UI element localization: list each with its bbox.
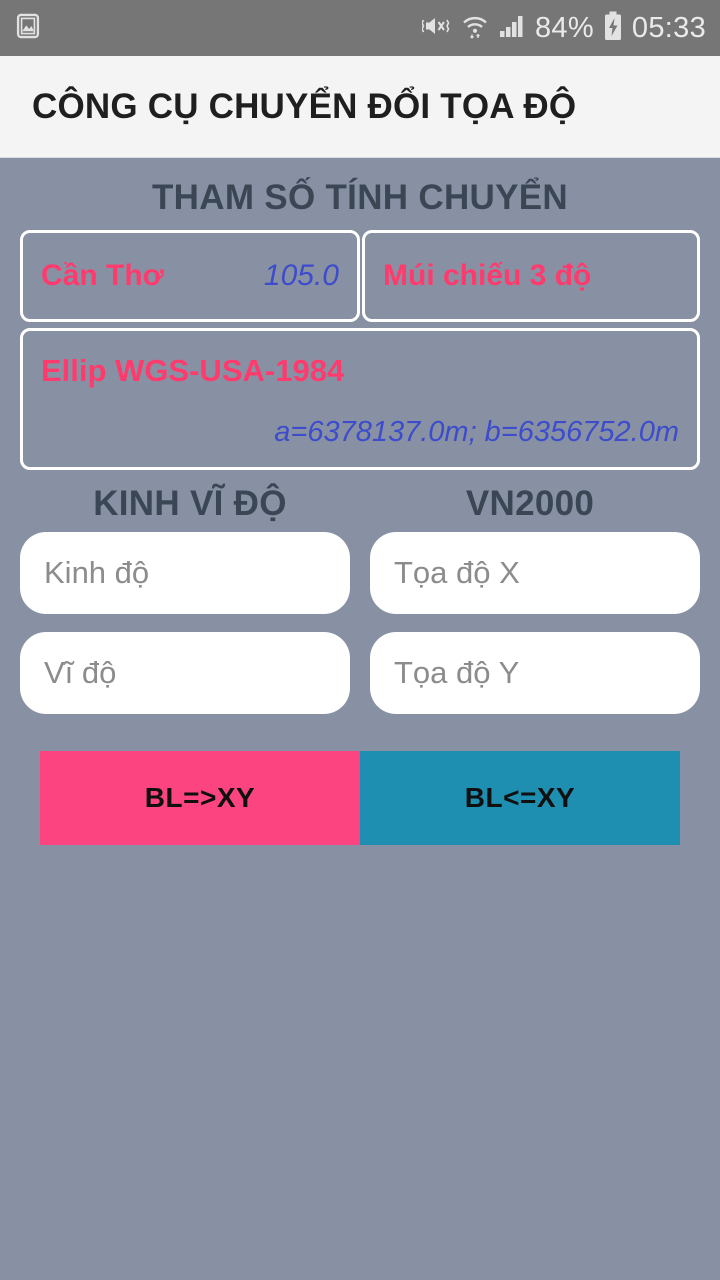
column-headers: KINH VĨ ĐỘ VN2000 [20, 484, 700, 524]
battery-percent-label: 84% [534, 11, 594, 44]
parameter-row: Cần Thơ 105.0 Múi chiếu 3 độ [20, 230, 700, 322]
action-button-row: BL=>XY BL<=XY [20, 751, 700, 845]
parameters-section-title: THAM SỐ TÍNH CHUYỂN [152, 178, 568, 217]
status-bar-left [14, 12, 42, 45]
ellipsoid-parameter-box[interactable]: Ellip WGS-USA-1984 a=6378137.0m; b=63567… [20, 328, 700, 470]
meridian-label: Múi chiếu 3 độ [383, 259, 592, 292]
zone-value-label: 105.0 [263, 259, 339, 292]
ellipsoid-axes-label: a=6378137.0m; b=6356752.0m [274, 416, 679, 448]
latitude-input[interactable] [20, 632, 350, 714]
longitude-input[interactable] [20, 532, 350, 614]
gallery-icon [14, 12, 42, 45]
vibrate-mute-icon [421, 13, 452, 44]
coordinate-x-input[interactable] [370, 532, 700, 614]
status-bar: 84% 05:33 [0, 0, 720, 56]
coordinate-y-input[interactable] [370, 632, 700, 714]
main-content: THAM SỐ TÍNH CHUYỂN Cần Thơ 105.0 Múi ch… [0, 178, 720, 1280]
vn2000-input-column [370, 532, 700, 714]
clock-label: 05:33 [631, 11, 706, 44]
battery-charging-icon [603, 11, 623, 46]
wifi-icon [461, 13, 489, 44]
column-header-latlon: KINH VĨ ĐỘ [93, 484, 287, 523]
cellular-signal-icon [498, 13, 526, 44]
page-title: CÔNG CỤ CHUYỂN ĐỔI TỌA ĐỘ [32, 86, 577, 126]
input-grid [20, 532, 700, 714]
ellipsoid-name-label: Ellip WGS-USA-1984 [41, 353, 345, 388]
latlon-input-column [20, 532, 350, 714]
convert-xy-to-bl-button[interactable]: BL<=XY [360, 751, 680, 845]
zone-parameter-box[interactable]: Cần Thơ 105.0 [20, 230, 360, 322]
column-header-vn2000: VN2000 [465, 484, 595, 523]
zone-name-label: Cần Thơ [41, 259, 164, 292]
convert-bl-to-xy-button[interactable]: BL=>XY [40, 751, 360, 845]
meridian-parameter-box[interactable]: Múi chiếu 3 độ [362, 230, 700, 322]
app-bar: CÔNG CỤ CHUYỂN ĐỔI TỌA ĐỘ [0, 56, 720, 158]
status-bar-right: 84% 05:33 [421, 11, 706, 46]
